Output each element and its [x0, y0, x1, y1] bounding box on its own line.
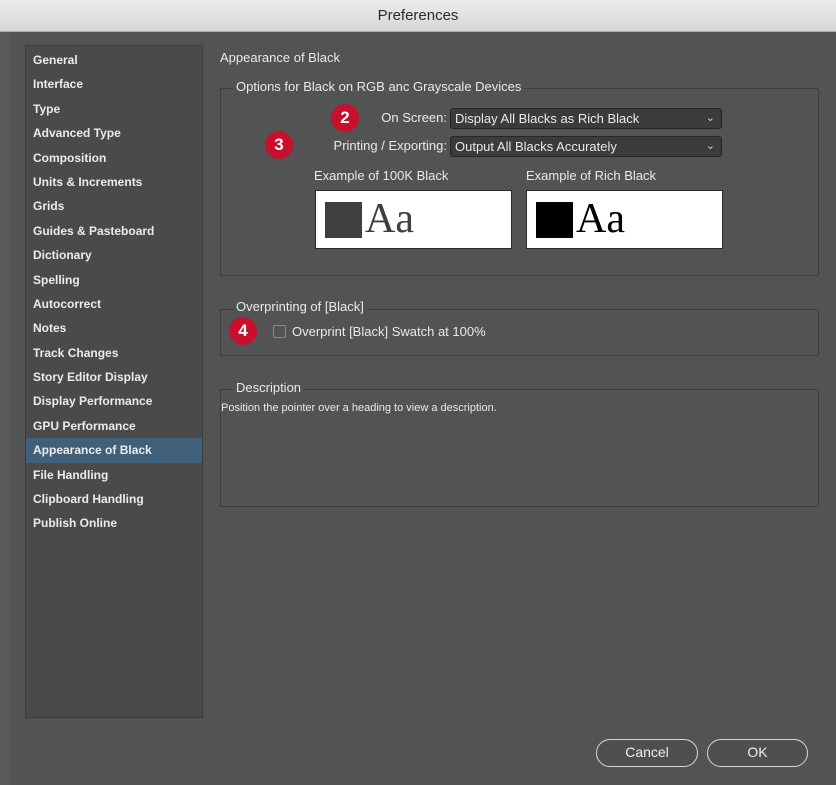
sidebar-item-autocorrect[interactable]: Autocorrect — [26, 292, 202, 316]
overprint-checkbox[interactable] — [273, 325, 286, 338]
on-screen-select[interactable]: Display All Blacks as Rich Black ⌄ — [450, 108, 722, 129]
example-rich-preview: Aa — [526, 190, 723, 249]
options-group-legend: Options for Black on RGB anc Grayscale D… — [233, 79, 525, 94]
section-title: Appearance of Black — [220, 50, 340, 65]
printing-exporting-label: Printing / Exporting: — [333, 138, 447, 153]
overprint-checkbox-label[interactable]: Overprint [Black] Swatch at 100% — [292, 324, 486, 339]
ok-button[interactable]: OK — [707, 739, 808, 767]
on-screen-label: On Screen: — [381, 110, 447, 125]
sidebar-item-file-handling[interactable]: File Handling — [26, 463, 202, 487]
sidebar-item-composition[interactable]: Composition — [26, 146, 202, 170]
chevron-down-icon: ⌄ — [705, 112, 715, 124]
sidebar-item-units-increments[interactable]: Units & Increments — [26, 170, 202, 194]
sidebar-item-interface[interactable]: Interface — [26, 72, 202, 96]
on-screen-select-value: Display All Blacks as Rich Black — [455, 111, 640, 126]
overprint-group-legend: Overprinting of [Black] — [233, 299, 367, 314]
sidebar-item-notes[interactable]: Notes — [26, 316, 202, 340]
example-100k-preview: Aa — [315, 190, 512, 249]
chevron-down-icon: ⌄ — [705, 140, 715, 152]
example-100k-text: Aa — [365, 196, 414, 242]
sidebar-item-spelling[interactable]: Spelling — [26, 268, 202, 292]
callout-badge-4: 4 — [229, 317, 257, 345]
callout-badge-2: 2 — [331, 104, 359, 132]
sidebar-item-advanced-type[interactable]: Advanced Type — [26, 121, 202, 145]
window-edge — [0, 32, 10, 785]
sidebar-item-guides-pasteboard[interactable]: Guides & Pasteboard — [26, 219, 202, 243]
cancel-button[interactable]: Cancel — [596, 739, 698, 767]
sidebar-item-publish-online[interactable]: Publish Online — [26, 511, 202, 535]
window-title: Preferences — [377, 7, 459, 24]
printing-exporting-select[interactable]: Output All Blacks Accurately ⌄ — [450, 136, 722, 157]
example-100k-swatch — [325, 202, 362, 238]
description-text: Position the pointer over a heading to v… — [221, 402, 497, 414]
sidebar-item-story-editor-display[interactable]: Story Editor Display — [26, 365, 202, 389]
example-rich-text: Aa — [576, 196, 625, 242]
sidebar-item-track-changes[interactable]: Track Changes — [26, 341, 202, 365]
callout-badge-3: 3 — [265, 131, 293, 159]
sidebar-item-general[interactable]: General — [26, 48, 202, 72]
preferences-sidebar: General Interface Type Advanced Type Com… — [25, 45, 203, 718]
sidebar-item-appearance-of-black[interactable]: Appearance of Black — [26, 438, 202, 463]
example-rich-label: Example of Rich Black — [526, 168, 657, 183]
sidebar-item-type[interactable]: Type — [26, 97, 202, 121]
printing-exporting-select-value: Output All Blacks Accurately — [455, 139, 617, 154]
sidebar-item-gpu-performance[interactable]: GPU Performance — [26, 414, 202, 438]
sidebar-item-clipboard-handling[interactable]: Clipboard Handling — [26, 487, 202, 511]
sidebar-item-dictionary[interactable]: Dictionary — [26, 243, 202, 267]
description-group-legend: Description — [233, 380, 305, 395]
example-rich-swatch — [536, 202, 573, 238]
sidebar-item-grids[interactable]: Grids — [26, 194, 202, 218]
example-100k-label: Example of 100K Black — [314, 168, 449, 183]
sidebar-item-display-performance[interactable]: Display Performance — [26, 389, 202, 413]
window-title-bar: Preferences — [0, 0, 836, 32]
